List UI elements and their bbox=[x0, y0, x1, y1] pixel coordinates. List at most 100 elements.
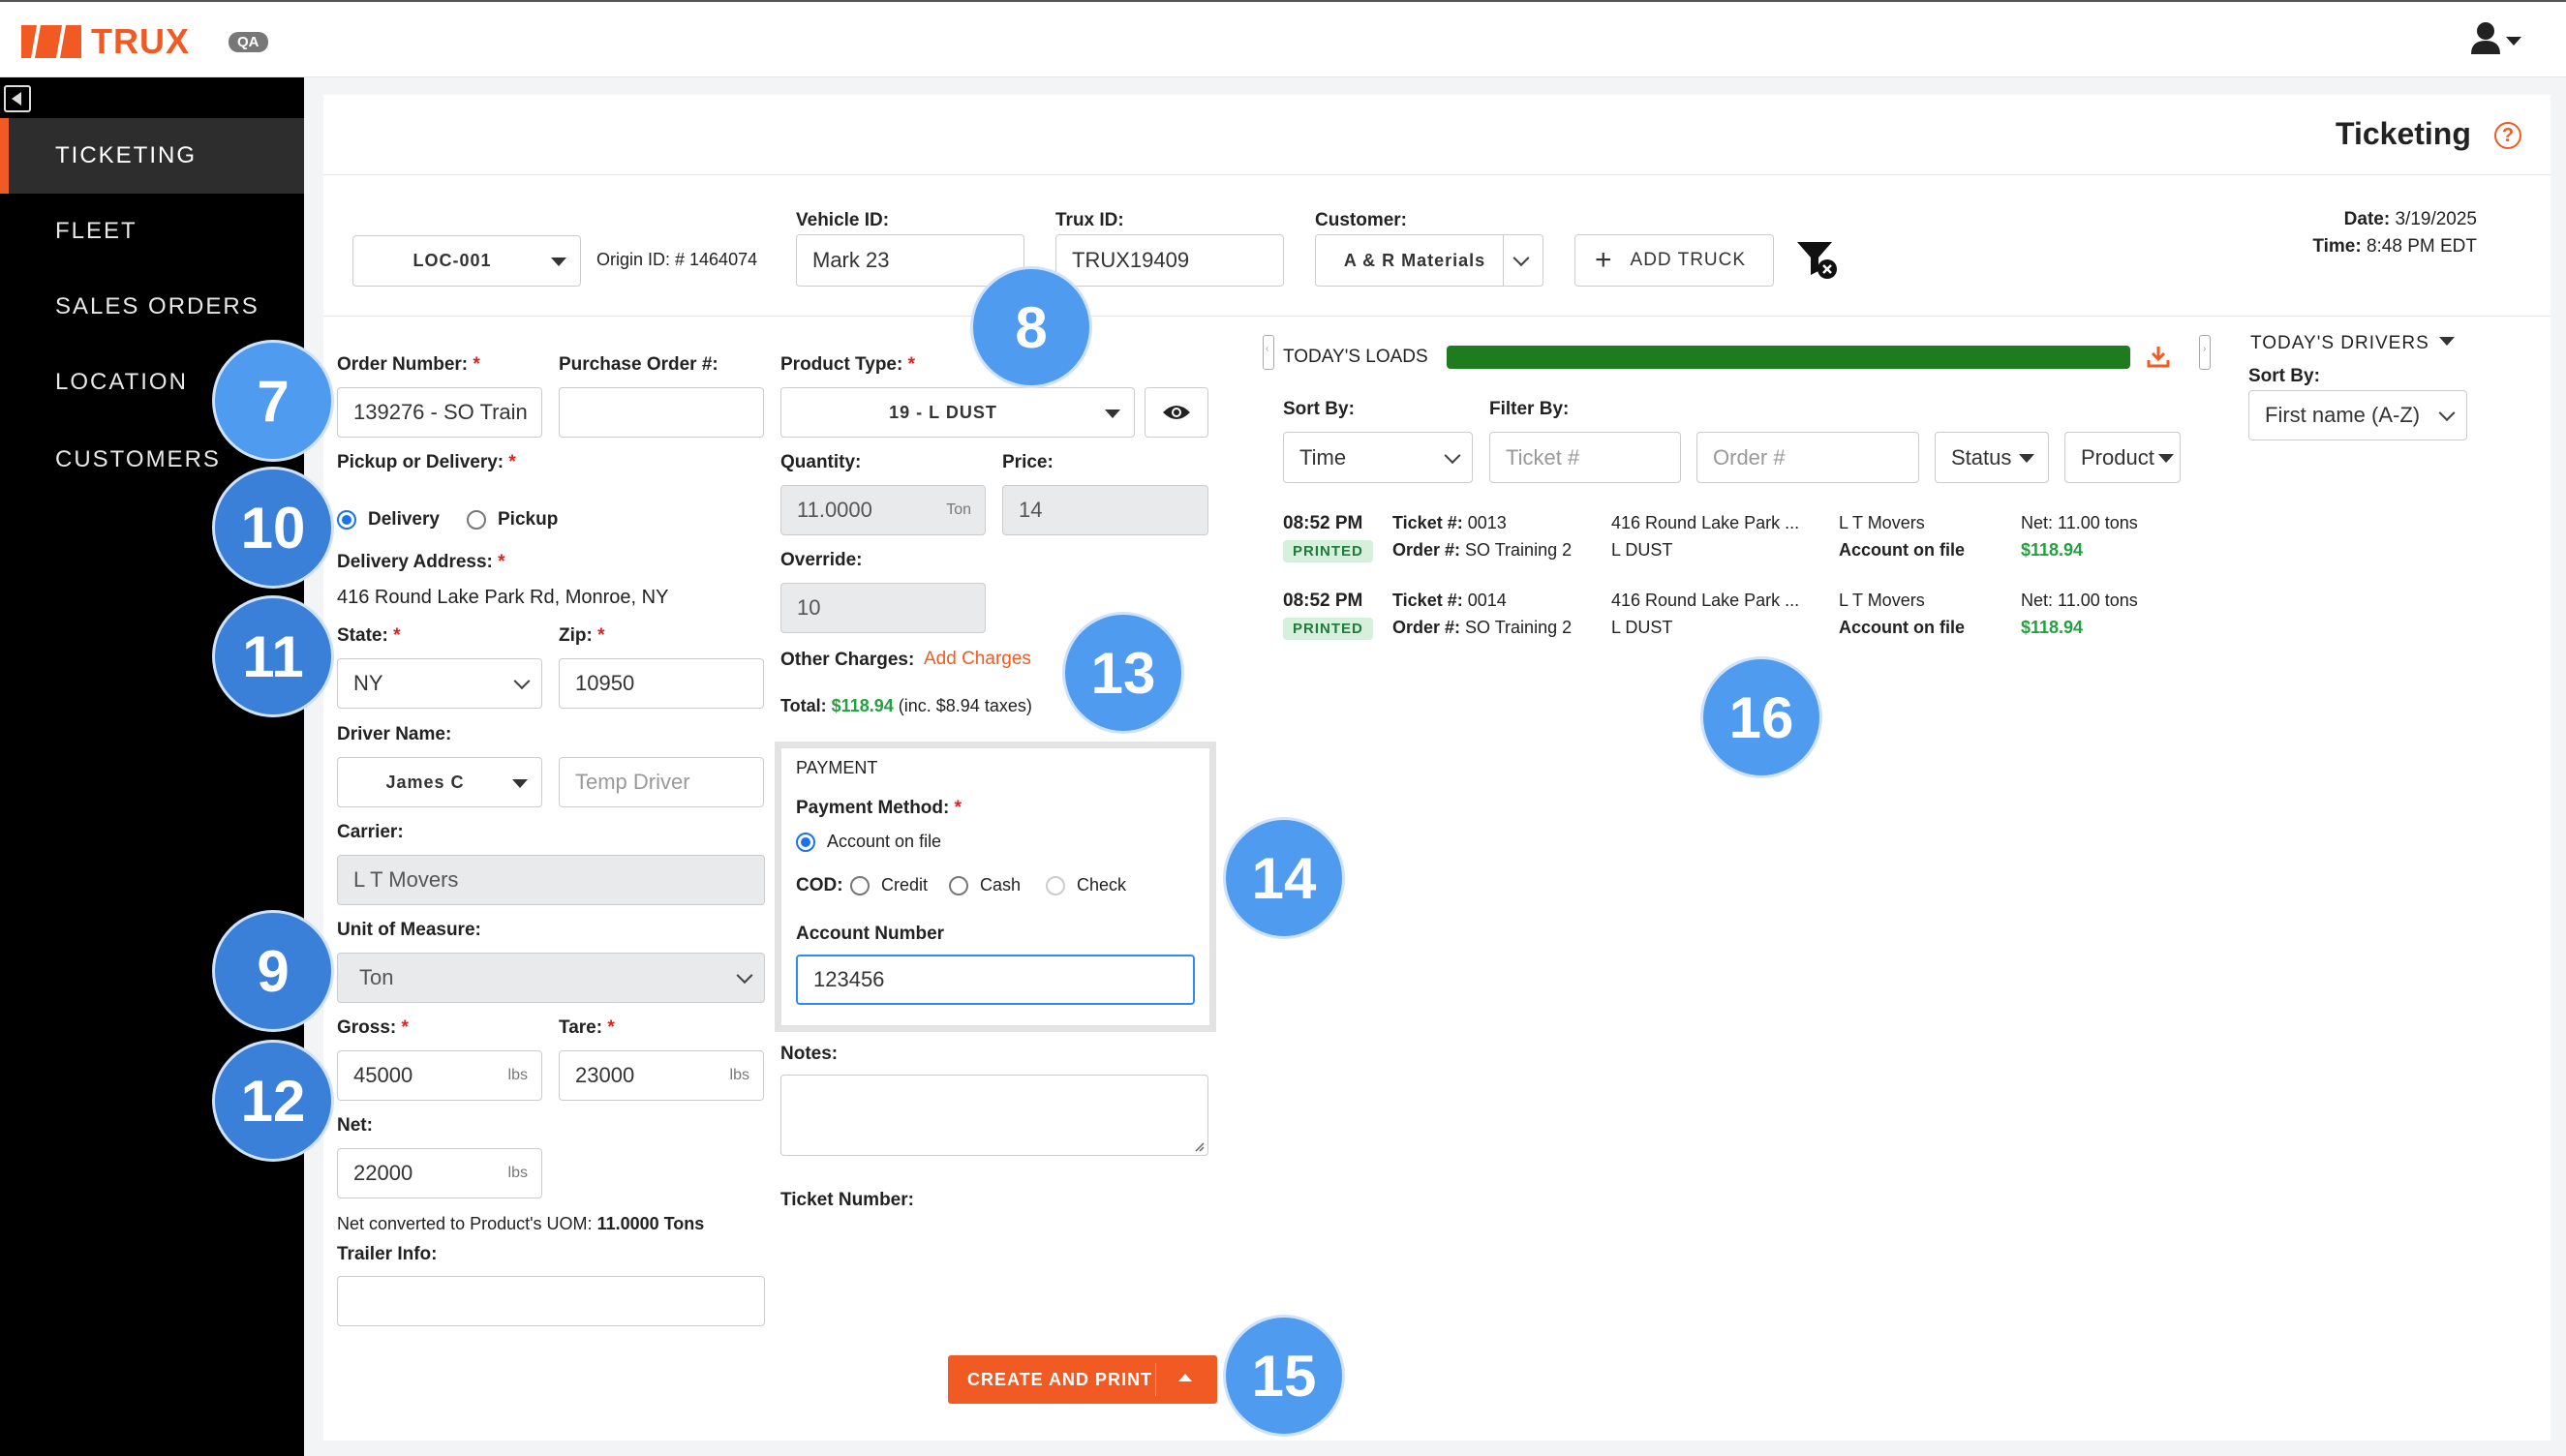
check-radio[interactable] bbox=[1046, 876, 1065, 895]
purchase-order-input[interactable] bbox=[559, 387, 764, 438]
net-input[interactable]: 22000 lbs bbox=[337, 1148, 542, 1198]
uom-select[interactable]: Ton bbox=[337, 953, 765, 1003]
load-payment: Account on file bbox=[1839, 540, 1965, 560]
net-value: 22000 bbox=[353, 1161, 413, 1185]
vehicle-id-label: Vehicle ID: bbox=[796, 210, 890, 230]
load-row[interactable]: 08:52 PM PRINTED Ticket #: 0013 Order #:… bbox=[1283, 511, 2184, 569]
zip-label: Zip: * bbox=[559, 625, 605, 646]
pickup-radio[interactable] bbox=[467, 510, 486, 530]
sidebar-item-ticketing[interactable]: TICKETING bbox=[0, 118, 304, 194]
sidebar-item-sales-orders[interactable]: SALES ORDERS bbox=[0, 269, 304, 345]
cod-label: COD: bbox=[796, 875, 843, 895]
sidebar-item-label: LOCATION bbox=[55, 369, 188, 395]
date-value: 3/19/2025 bbox=[2395, 209, 2477, 229]
loads-progress-fill bbox=[1447, 346, 2130, 369]
sidebar-item-label: CUSTOMERS bbox=[55, 446, 221, 472]
drivers-sort-value: First name (A-Z) bbox=[2265, 403, 2421, 427]
state-select[interactable]: NY bbox=[337, 658, 542, 709]
quantity-label: Quantity: bbox=[780, 452, 862, 472]
chevron-down-icon bbox=[2438, 337, 2455, 346]
chevron-down-icon bbox=[2506, 37, 2521, 46]
loads-sort-value: Time bbox=[1299, 444, 1347, 470]
uom-label: Unit of Measure: bbox=[337, 920, 481, 940]
clear-filter-icon[interactable] bbox=[1795, 240, 1840, 281]
notes-textarea[interactable] bbox=[780, 1075, 1208, 1156]
annotation-badge-15: 15 bbox=[1226, 1318, 1342, 1434]
load-ticket: Ticket #: 0013 bbox=[1392, 513, 1507, 532]
eye-icon bbox=[1163, 406, 1190, 419]
time-label: Time: bbox=[2312, 236, 2362, 257]
product-type-select[interactable]: 19 - L DUST bbox=[780, 387, 1135, 438]
time-value: 8:48 PM EDT bbox=[2366, 236, 2477, 257]
status-badge: PRINTED bbox=[1283, 540, 1373, 562]
purchase-order-label: Purchase Order #: bbox=[559, 354, 718, 375]
page-title: Ticketing bbox=[2336, 116, 2471, 151]
collapse-icon bbox=[12, 92, 21, 106]
chevron-up-icon[interactable] bbox=[1178, 1374, 1192, 1381]
order-number-input[interactable]: 139276 - SO Train bbox=[337, 387, 542, 438]
driver-select[interactable]: James C bbox=[337, 757, 542, 807]
drivers-collapse-handle[interactable]: › bbox=[2199, 335, 2211, 370]
account-number-input[interactable]: 123456 bbox=[796, 955, 1195, 1005]
trailer-info-input[interactable] bbox=[337, 1276, 765, 1326]
add-truck-button[interactable]: + ADD TRUCK bbox=[1574, 234, 1774, 287]
collapse-sidebar-button[interactable] bbox=[4, 85, 31, 112]
delivery-address-label: Delivery Address: * bbox=[337, 552, 505, 572]
total-line: Total: $118.94 (inc. $8.94 taxes) bbox=[780, 696, 1032, 715]
ticket-filter-input[interactable]: Ticket # bbox=[1489, 432, 1681, 483]
todays-loads-title: TODAY'S LOADS bbox=[1283, 347, 1428, 367]
product-filter-label: Product bbox=[2081, 444, 2154, 470]
net-converted: Net converted to Product's UOM: 11.0000 … bbox=[337, 1214, 705, 1233]
customer-value: A & R Materials bbox=[1343, 250, 1486, 270]
loads-collapse-handle[interactable]: ‹ bbox=[1263, 335, 1274, 370]
credit-radio[interactable] bbox=[850, 876, 870, 895]
trux-id-input[interactable]: TRUX19409 bbox=[1055, 234, 1284, 287]
override-input[interactable]: 10 bbox=[780, 583, 986, 633]
vehicle-id-input[interactable]: Mark 23 bbox=[796, 234, 1024, 287]
customer-select[interactable]: A & R Materials bbox=[1315, 234, 1543, 287]
load-carrier: L T Movers bbox=[1839, 591, 1925, 610]
quantity-unit: Ton bbox=[946, 501, 971, 518]
location-select[interactable]: LOC-001 bbox=[352, 235, 581, 287]
user-icon bbox=[2471, 22, 2500, 54]
net-label: Net: bbox=[337, 1115, 373, 1136]
drivers-sort-select[interactable]: First name (A-Z) bbox=[2248, 390, 2467, 440]
tare-input[interactable]: 23000 lbs bbox=[559, 1050, 764, 1101]
credit-label: Credit bbox=[881, 875, 929, 895]
gross-input[interactable]: 45000 lbs bbox=[337, 1050, 542, 1101]
load-address: 416 Round Lake Park ... bbox=[1611, 591, 1800, 610]
todays-drivers-toggle[interactable]: TODAY'S DRIVERS bbox=[2250, 333, 2455, 354]
load-payment: Account on file bbox=[1839, 618, 1965, 637]
annotation-badge-13: 13 bbox=[1065, 615, 1181, 731]
chevron-down-icon bbox=[1105, 410, 1120, 418]
annotation-badge-9: 9 bbox=[215, 913, 331, 1029]
trux-id-value: TRUX19409 bbox=[1072, 248, 1190, 272]
zip-value: 10950 bbox=[575, 671, 635, 695]
load-row[interactable]: 08:52 PM PRINTED Ticket #: 0014 Order #:… bbox=[1283, 589, 2184, 647]
view-product-button[interactable] bbox=[1145, 387, 1208, 438]
create-and-print-button[interactable]: CREATE AND PRINT bbox=[948, 1355, 1217, 1404]
temp-driver-input[interactable]: Temp Driver bbox=[559, 757, 764, 807]
loads-sort-label: Sort By: bbox=[1283, 399, 1355, 419]
resize-handle-icon[interactable] bbox=[1195, 1142, 1205, 1152]
help-icon[interactable]: ? bbox=[2494, 122, 2521, 149]
annotation-badge-8: 8 bbox=[973, 269, 1089, 385]
download-icon[interactable] bbox=[2147, 345, 2170, 368]
order-filter-input[interactable]: Order # bbox=[1696, 432, 1919, 483]
product-filter-dropdown[interactable]: Product bbox=[2064, 432, 2181, 483]
sidebar-item-fleet[interactable]: FLEET bbox=[0, 194, 304, 269]
add-charges-link[interactable]: Add Charges bbox=[924, 649, 1031, 670]
pickup-option-label: Pickup bbox=[498, 509, 559, 530]
cash-radio[interactable] bbox=[949, 876, 968, 895]
price-input: 14 bbox=[1002, 485, 1208, 535]
delivery-radio[interactable] bbox=[337, 510, 356, 530]
zip-input[interactable]: 10950 bbox=[559, 658, 764, 709]
chevron-down-icon bbox=[513, 673, 531, 690]
loads-sort-select[interactable]: Time bbox=[1283, 432, 1473, 483]
annotation-badge-10: 10 bbox=[215, 470, 331, 586]
chevron-down-icon bbox=[1512, 250, 1530, 267]
user-menu[interactable] bbox=[2469, 21, 2527, 60]
status-filter-dropdown[interactable]: Status bbox=[1935, 432, 2049, 483]
other-charges-label: Other Charges: bbox=[780, 650, 915, 670]
account-on-file-radio[interactable] bbox=[796, 833, 815, 852]
